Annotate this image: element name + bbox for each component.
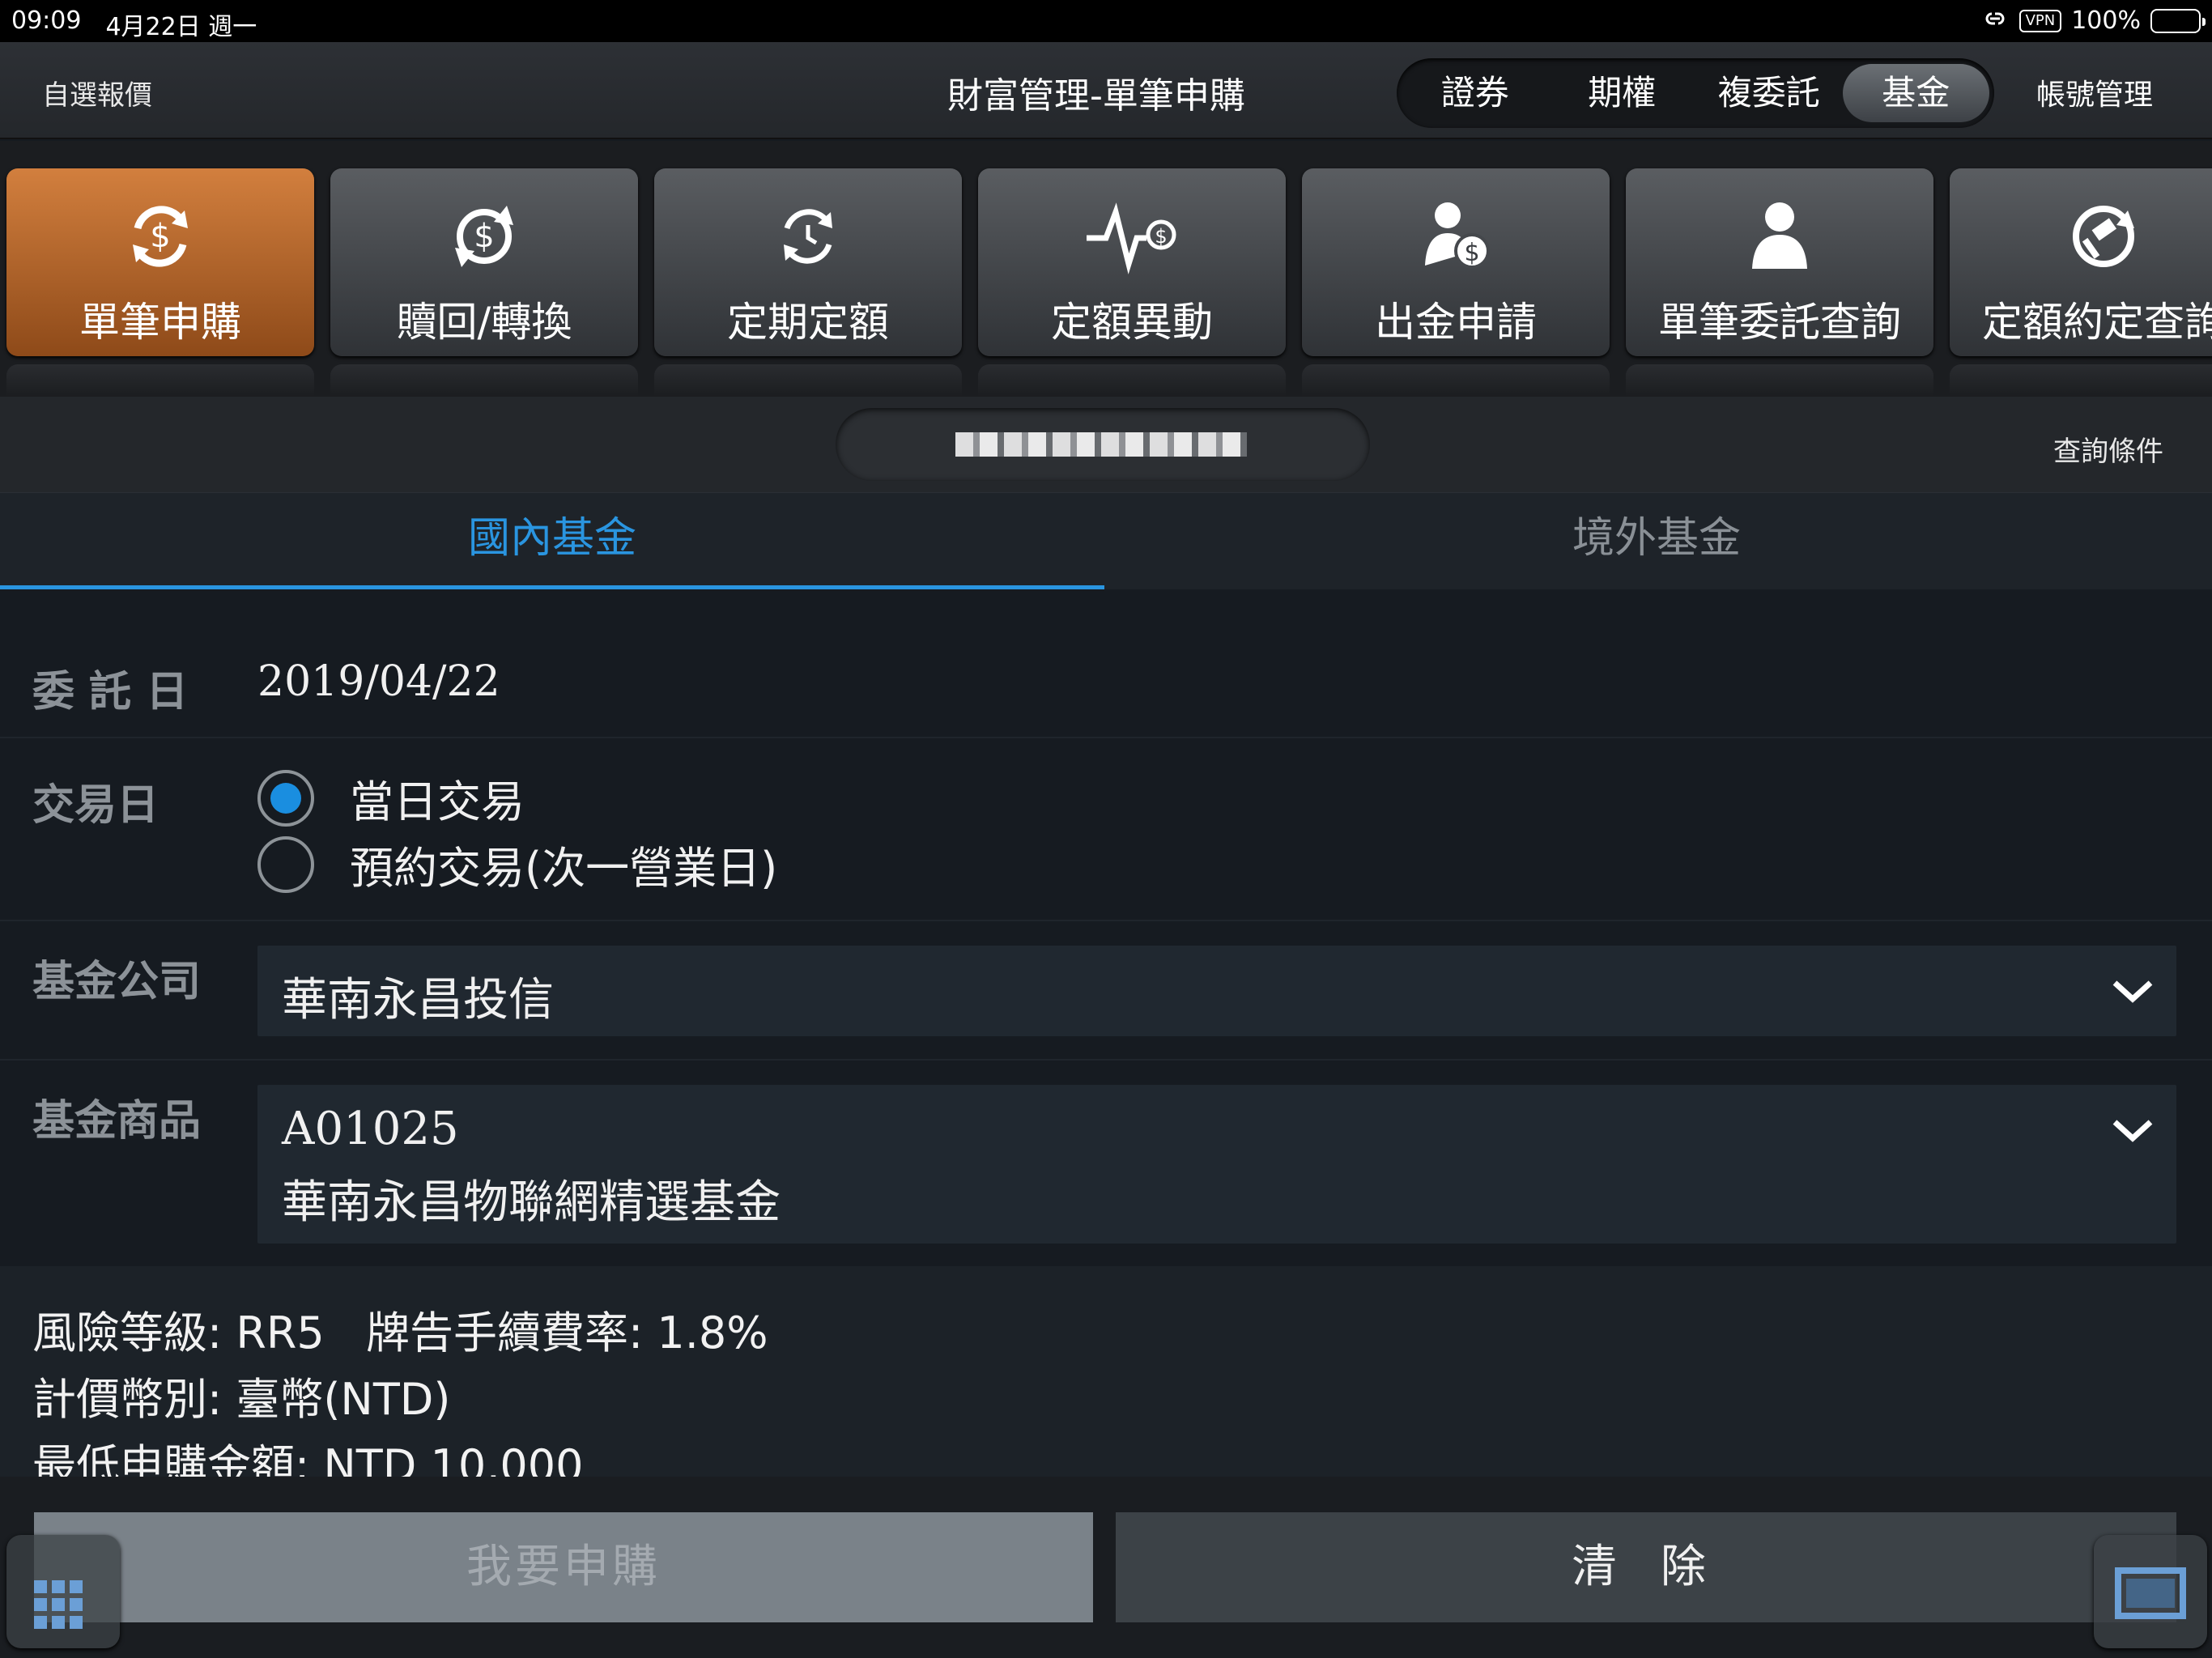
same-day-option[interactable]: 當日交易 (257, 766, 525, 830)
fund-tabs: 國內基金 境外基金 (0, 492, 2212, 590)
function-tiles: $ 單筆申購 $ 贖回/轉換 定期定額 $ 定額異動 $ 出金申請 單筆委託查詢 (0, 141, 2212, 397)
clock-cycle-icon (654, 196, 962, 277)
tile-redeem-switch[interactable]: $ 贖回/轉換 (330, 168, 638, 356)
risk-level: 風險等級: RR5 (32, 1307, 325, 1358)
fund-company-row: 基金公司 華南永昌投信 (0, 921, 2212, 1061)
same-day-radio[interactable] (257, 769, 314, 827)
gavel-cycle-icon (1950, 196, 2212, 277)
tile-reflection (6, 364, 314, 397)
grid-icon (34, 1580, 83, 1629)
tile-label: 定額約定查詢 (1982, 299, 2212, 346)
status-time: 09:09 (11, 6, 82, 35)
clear-button[interactable]: 清 除 (1116, 1512, 2176, 1622)
battery-percent: 100% (2071, 6, 2141, 35)
tile-single-purchase[interactable]: $ 單筆申購 (6, 168, 314, 356)
status-date: 4月22日 週一 (105, 13, 257, 41)
trade-day-row: 交易日 當日交易 預約交易(次一營業日) (0, 738, 2212, 921)
purchase-form: 委 託 日 2019/04/22 交易日 當日交易 預約交易(次一營業日) 基金… (0, 589, 2212, 1266)
tile-reflection (1302, 364, 1610, 397)
tile-withdrawal[interactable]: $ 出金申請 (1302, 168, 1610, 356)
account-selector[interactable] (836, 408, 1370, 481)
order-date-label: 委 託 日 (32, 668, 189, 716)
tab-overseas-fund[interactable]: 境外基金 (1104, 493, 2209, 590)
currency: 計價幣別: 臺幣(NTD) (32, 1374, 451, 1425)
fee-rate: 牌告手續費率: 1.8% (366, 1307, 768, 1358)
account-number-redacted (955, 432, 1247, 457)
query-conditions-link[interactable]: 查詢條件 (2053, 429, 2163, 469)
segment-options[interactable]: 期權 (1549, 64, 1696, 122)
dollar-exchange-icon: $ (330, 196, 638, 277)
svg-text:$: $ (1464, 239, 1479, 267)
account-management-link[interactable]: 帳號管理 (2036, 71, 2153, 113)
fund-product-code: A01025 (282, 1103, 459, 1155)
grid-menu-button[interactable] (6, 1535, 120, 1648)
segment-securities[interactable]: 證券 (1402, 64, 1549, 122)
dollar-cycle-icon: $ (6, 196, 314, 277)
tile-reflection (654, 364, 962, 397)
fund-product-name: 華南永昌物聯網精選基金 (282, 1176, 781, 1229)
tile-regular-change[interactable]: $ 定額異動 (978, 168, 1286, 356)
tile-regular-query[interactable]: 定額約定查詢 (1950, 168, 2212, 356)
pulse-dollar-icon: $ (978, 196, 1286, 277)
reserved-label: 預約交易(次一營業日) (350, 843, 778, 894)
chevron-down-icon (2112, 980, 2153, 1003)
tile-reflection (978, 364, 1286, 397)
segment-sub-brokerage[interactable]: 複委託 (1695, 64, 1843, 122)
action-bar: 我要申購 清 除 (0, 1477, 2212, 1658)
tile-reflection (1626, 364, 1933, 397)
fund-company-value: 華南永昌投信 (282, 974, 554, 1027)
battery-icon (2150, 8, 2206, 33)
vpn-badge: VPN (2018, 9, 2062, 32)
tile-label: 定期定額 (727, 299, 889, 346)
segment-funds[interactable]: 基金 (1842, 64, 1989, 122)
window-toggle-button[interactable] (2094, 1535, 2207, 1648)
apply-button[interactable]: 我要申購 (34, 1512, 1093, 1622)
svg-text:$: $ (150, 218, 170, 255)
fund-product-label: 基金商品 (32, 1097, 202, 1146)
category-segment: 證券 期權 複委託 基金 (1397, 58, 1994, 128)
fund-company-select[interactable]: 華南永昌投信 (257, 946, 2176, 1036)
svg-text:$: $ (1155, 225, 1167, 248)
tile-label: 贖回/轉換 (396, 299, 572, 346)
tile-regular-investment[interactable]: 定期定額 (654, 168, 962, 356)
person-icon (1626, 196, 1933, 277)
tile-label: 定額異動 (1051, 299, 1213, 346)
tab-domestic-fund[interactable]: 國內基金 (0, 493, 1104, 590)
tile-label: 出金申請 (1375, 299, 1537, 346)
fund-product-row: 基金商品 A01025 華南永昌物聯網精選基金 (0, 1061, 2212, 1266)
tile-order-query[interactable]: 單筆委託查詢 (1626, 168, 1933, 356)
page-title: 財富管理-單筆申購 (947, 75, 1245, 117)
chevron-down-icon (2112, 1120, 2153, 1142)
status-bar: 09:09 4月22日 週一 VPN 100% (0, 0, 2212, 42)
reserved-option[interactable]: 預約交易(次一營業日) (257, 832, 777, 896)
watchlist-link[interactable]: 自選報價 (42, 73, 152, 113)
same-day-label: 當日交易 (350, 776, 525, 827)
order-date-row: 委 託 日 2019/04/22 (0, 625, 2212, 738)
fund-company-label: 基金公司 (32, 958, 202, 1006)
tile-label: 單筆申購 (79, 299, 241, 346)
trade-day-label: 交易日 (32, 781, 160, 830)
link-icon (1980, 6, 2010, 35)
fund-info: 風險等級: RR5 牌告手續費率: 1.8% 計價幣別: 臺幣(NTD) 最低申… (0, 1266, 2212, 1491)
person-dollar-icon: $ (1302, 196, 1610, 277)
order-date-value: 2019/04/22 (257, 657, 500, 706)
svg-text:$: $ (474, 218, 494, 255)
tile-reflection (330, 364, 638, 397)
nav-bar: 自選報價 財富管理-單筆申購 證券 期權 複委託 基金 帳號管理 (0, 42, 2212, 139)
tile-reflection (1950, 364, 2212, 397)
tile-label: 單筆委託查詢 (1658, 299, 1901, 346)
reserved-radio[interactable] (257, 835, 314, 893)
account-bar: 查詢條件 (0, 397, 2212, 492)
window-icon (2115, 1567, 2186, 1619)
fund-product-select[interactable]: A01025 華南永昌物聯網精選基金 (257, 1085, 2176, 1244)
